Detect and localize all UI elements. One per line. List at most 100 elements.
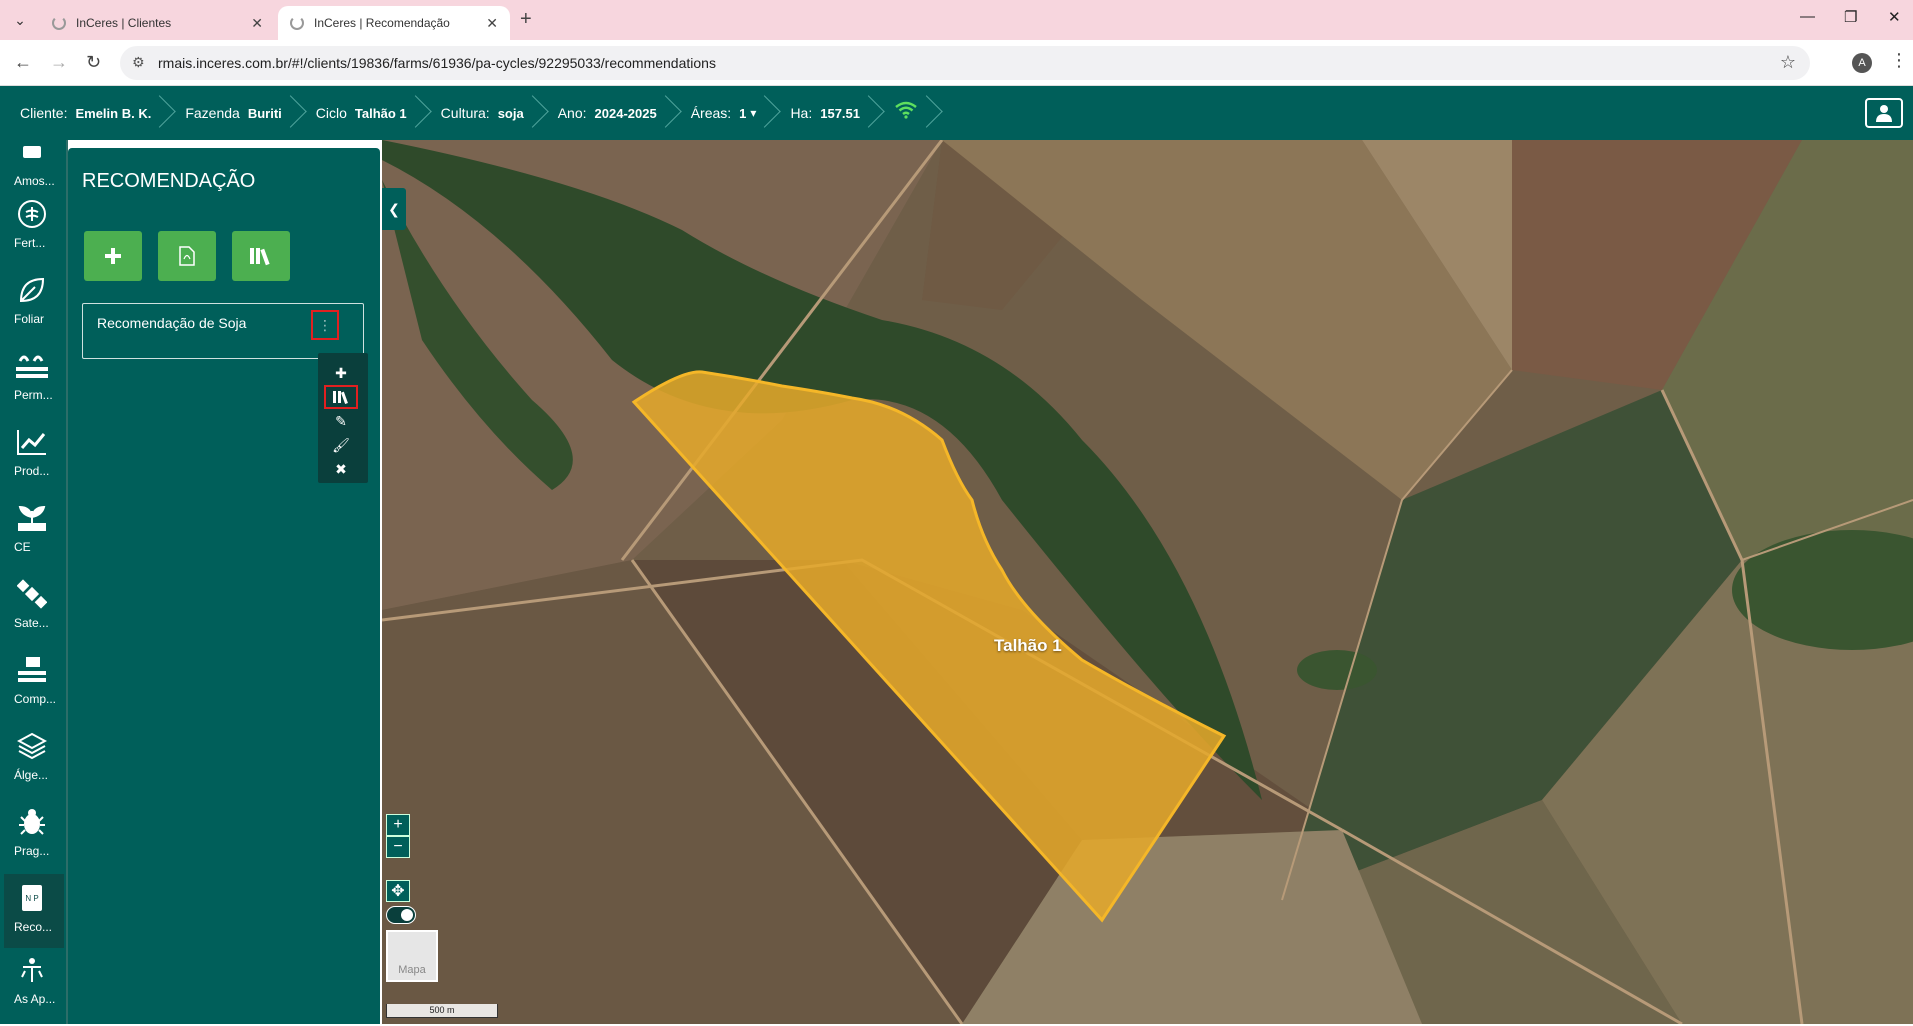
user-icon — [1876, 105, 1892, 122]
chevron-down-icon[interactable]: ▾ — [750, 106, 756, 120]
bug-icon — [14, 804, 50, 840]
wifi-icon — [894, 101, 918, 125]
rail-item-fertilidade[interactable]: Fert... — [4, 196, 64, 270]
recommendation-context-menu: ✚ ✎ 🖌 ✖ — [318, 353, 368, 483]
close-window-icon[interactable]: ✕ — [1888, 8, 1901, 26]
basemap-label: Mapa — [398, 964, 426, 976]
rail-label: Reco... — [14, 920, 53, 934]
ctx-edit-item[interactable]: ✎ — [324, 409, 358, 433]
recommendation-panel: RECOMENDAÇÃO Recomendação de Soja ⋮ ✚ ✎ … — [68, 148, 380, 1024]
library-button[interactable] — [232, 231, 290, 281]
breadcrumb-label: Ciclo — [315, 105, 347, 121]
ctx-library-item[interactable] — [324, 385, 358, 409]
panel-title: RECOMENDAÇÃO — [82, 170, 256, 192]
recommendation-options-button[interactable]: ⋮ — [311, 310, 339, 340]
rail-label: Álge... — [14, 768, 49, 782]
breadcrumb-label: Cultura: — [440, 105, 490, 121]
application-icon — [14, 952, 50, 988]
library-books-icon — [333, 391, 348, 404]
bookmark-star-icon[interactable]: ☆ — [1780, 52, 1796, 73]
rail-label: Amos... — [14, 174, 55, 188]
breadcrumb-cliente[interactable]: Cliente: Emelin B. K. — [0, 86, 165, 140]
add-recommendation-button[interactable] — [84, 231, 142, 281]
site-info-icon[interactable]: ⚙ — [132, 54, 145, 71]
new-tab-plus-icon[interactable]: + — [520, 8, 532, 31]
layer-toggle[interactable] — [386, 906, 416, 924]
export-pdf-button[interactable] — [158, 231, 216, 281]
satellite-map[interactable]: Talhão 1 + − ✥ Mapa 500 m — [382, 140, 1913, 1024]
breadcrumb-label: Fazenda — [185, 105, 240, 121]
breadcrumb-value: 2024-2025 — [594, 105, 657, 121]
svg-text:N P: N P — [25, 894, 38, 903]
library-books-icon — [250, 248, 270, 266]
basemap-switcher[interactable]: Mapa — [386, 930, 438, 982]
satellite-icon — [14, 576, 50, 612]
rail-item-produtividade[interactable]: Prod... — [4, 424, 64, 498]
rail-label: Comp... — [14, 692, 57, 706]
user-account-button[interactable] — [1865, 98, 1903, 128]
breadcrumb-fazenda[interactable]: Fazenda Buriti — [165, 86, 295, 140]
breadcrumb-ha: Ha: 157.51 — [770, 86, 874, 140]
rail-item-pragas[interactable]: Prag... — [4, 804, 64, 878]
breadcrumb-cultura[interactable]: Cultura: soja — [421, 86, 538, 140]
breadcrumb-value: Emelin B. K. — [75, 105, 152, 121]
productivity-chart-icon — [14, 424, 50, 460]
tab-recomendacao[interactable]: InCeres | Recomendação ✕ — [278, 6, 510, 40]
plus-icon — [105, 248, 121, 264]
browser-tabbar: ⌄ InCeres | Clientes ✕ InCeres | Recomen… — [0, 0, 1913, 40]
compaction-icon — [14, 652, 50, 688]
app-header: Cliente: Emelin B. K. Fazenda Buriti Cic… — [0, 86, 1913, 140]
layers-icon — [14, 728, 50, 764]
vertical-dots-icon: ⋮ — [318, 316, 332, 333]
scale-bar: 500 m — [386, 1004, 498, 1018]
breadcrumb-areas[interactable]: Áreas: 1 ▾ — [671, 86, 771, 140]
tab-search-chevron-icon[interactable]: ⌄ — [8, 8, 32, 32]
rail-item-permeabilidade[interactable]: Perm... — [4, 348, 64, 422]
back-arrow-icon[interactable]: ← — [14, 52, 32, 73]
brush-icon: 🖌 — [332, 436, 350, 453]
sample-icon — [14, 134, 50, 170]
restore-icon[interactable]: ❐ — [1844, 8, 1857, 26]
breadcrumb-connection — [874, 86, 932, 140]
browser-menu-icon[interactable]: ⋮ — [1890, 50, 1908, 71]
minimize-icon[interactable]: — — [1800, 8, 1815, 25]
ctx-paint-item[interactable]: 🖌 — [324, 433, 358, 457]
zoom-in-button[interactable]: + — [386, 814, 410, 836]
rail-label: As Ap... — [14, 992, 56, 1006]
pan-move-button[interactable]: ✥ — [386, 880, 410, 902]
reload-icon[interactable]: ↻ — [86, 52, 101, 73]
close-tab-icon[interactable]: ✕ — [486, 15, 498, 32]
permeability-icon — [14, 348, 50, 384]
rail-item-algebra[interactable]: Álge... — [4, 728, 64, 802]
collapse-panel-button[interactable]: ❮ — [382, 188, 406, 230]
move-arrows-icon: ✥ — [391, 883, 405, 900]
breadcrumb-ano[interactable]: Ano: 2024-2025 — [538, 86, 671, 140]
address-bar: ← → ↻ ⚙ rmais.inceres.com.br/#!/clients/… — [0, 40, 1913, 86]
rail-label: Sate... — [14, 616, 49, 630]
plus-icon: ✚ — [335, 364, 347, 381]
rail-item-foliar[interactable]: Foliar — [4, 272, 64, 346]
fertility-icon — [14, 196, 50, 232]
url-field[interactable]: ⚙ rmais.inceres.com.br/#!/clients/19836/… — [120, 46, 1810, 80]
tab-clientes[interactable]: InCeres | Clientes ✕ — [40, 6, 275, 40]
ctx-delete-item[interactable]: ✖ — [324, 457, 358, 481]
profile-avatar[interactable]: A — [1852, 53, 1872, 73]
rail-label: Fert... — [14, 236, 46, 250]
breadcrumb-value: Buriti — [247, 105, 282, 121]
leaf-icon — [14, 272, 50, 308]
rail-item-aplicacoes[interactable]: As Ap... — [4, 952, 64, 1026]
loading-icon — [290, 16, 304, 30]
recommendation-item[interactable]: Recomendação de Soja ⋮ — [82, 303, 364, 359]
close-tab-icon[interactable]: ✕ — [251, 15, 263, 32]
breadcrumb-value: soja — [497, 105, 524, 121]
breadcrumb-value: 1 — [739, 105, 747, 121]
rail-item-satelite[interactable]: Sate... — [4, 576, 64, 650]
rail-item-recomendacao[interactable]: N P Reco... — [4, 874, 64, 948]
rail-item-ce[interactable]: CE — [4, 500, 64, 574]
breadcrumb-value: Talhão 1 — [354, 105, 407, 121]
rail-item-compactacao[interactable]: Comp... — [4, 652, 64, 726]
forward-arrow-icon[interactable]: → — [50, 52, 68, 73]
ctx-add-item[interactable]: ✚ — [324, 361, 358, 385]
zoom-out-button[interactable]: − — [386, 836, 410, 858]
breadcrumb-ciclo[interactable]: Ciclo Talhão 1 — [296, 86, 421, 140]
